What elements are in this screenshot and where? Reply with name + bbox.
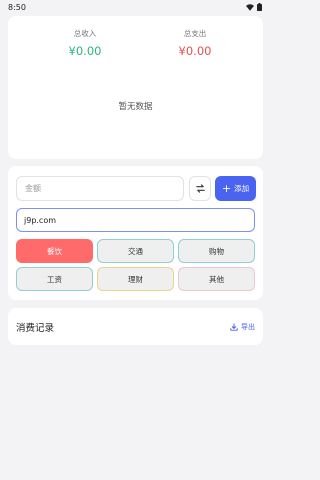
income-label: 总收入 (73, 29, 97, 38)
add-button[interactable]: + 添加 (215, 176, 256, 201)
wifi-icon (246, 3, 254, 11)
empty-state-text: 暂无数据 (118, 102, 153, 112)
income-summary: 总收入 ¥0.00 (45, 28, 125, 58)
category-other[interactable]: 其他 (178, 267, 255, 291)
expense-summary: 总支出 ¥0.00 (155, 28, 235, 58)
swap-icon (195, 184, 205, 193)
status-bar: 8:50 (0, 0, 270, 14)
status-time: 8:50 (8, 2, 26, 12)
category-grid: 餐饮 交通 购物 工资 理财 其他 (16, 239, 255, 291)
amount-input[interactable]: 金额 (16, 176, 184, 201)
category-dining[interactable]: 餐饮 (16, 239, 93, 263)
export-label: 导出 (241, 322, 255, 331)
expense-label: 总支出 (183, 29, 207, 38)
download-icon (230, 322, 238, 331)
export-button[interactable]: 导出 (230, 322, 255, 332)
category-finance[interactable]: 理财 (97, 267, 174, 291)
records-title: 消费记录 (16, 322, 55, 334)
entry-form-card: 金额 + 添加 j9p.com 餐饮 交通 购物 工资 理财 其他 (8, 166, 263, 300)
category-shopping[interactable]: 购物 (178, 239, 255, 263)
note-input[interactable]: j9p.com (16, 208, 255, 232)
expense-value: ¥0.00 (178, 44, 212, 58)
battery-icon (257, 3, 262, 11)
swap-type-button[interactable] (189, 176, 211, 201)
records-card: 消费记录 导出 (8, 308, 263, 345)
plus-icon: + (221, 182, 232, 195)
add-button-label: 添加 (234, 184, 250, 193)
category-transport[interactable]: 交通 (97, 239, 174, 263)
category-salary[interactable]: 工资 (16, 267, 93, 291)
summary-card: 总收入 ¥0.00 总支出 ¥0.00 暂无数据 (8, 16, 263, 159)
income-value: ¥0.00 (68, 44, 102, 58)
